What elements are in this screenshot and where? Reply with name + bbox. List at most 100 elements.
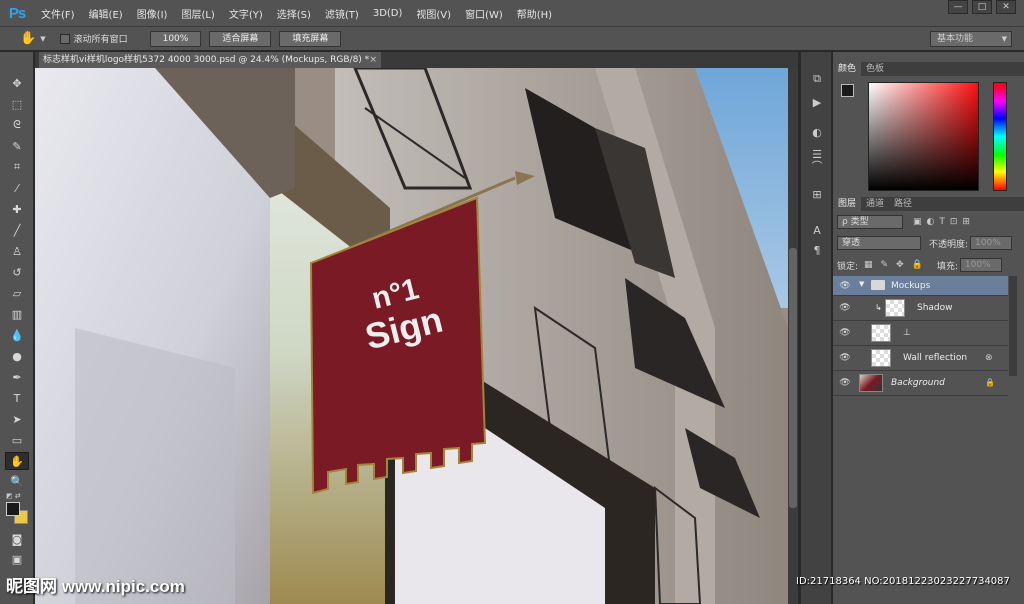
chevron-down-icon: ▼ [1001,35,1007,43]
menu-help[interactable]: 帮助(H) [510,6,559,21]
marquee-tool-icon[interactable]: ⬚ [5,95,29,113]
smart-object-thumbnail [871,324,891,342]
scroll-all-windows-option[interactable]: 滚动所有窗口 [59,32,128,45]
fill-label: 填充: [936,261,958,272]
fill-input[interactable]: 100% [959,258,1002,272]
workspace-select[interactable]: 基本功能 ▼ [930,31,1012,47]
close-tab-icon[interactable]: × [369,52,377,68]
foreground-color-swatch[interactable] [6,502,20,516]
layer-name: Mockups [891,281,931,291]
tab-swatches[interactable]: 色板 [861,62,889,76]
adjustments-panel-icon[interactable]: ◐ [807,124,827,142]
menu-file[interactable]: 文件(F) [34,6,82,21]
menu-view[interactable]: 视图(V) [409,6,458,21]
gradient-tool-icon[interactable]: ▥ [5,305,29,323]
brush-presets-panel-icon[interactable]: ⌒ [807,158,827,176]
blend-row: 穿透 不透明度: 100% [837,235,1013,251]
lock-icons[interactable]: ▦✎✥🔒 [864,260,931,270]
eye-icon[interactable]: 👁 [839,352,851,364]
screen-mode-icon[interactable]: ▣ [5,550,29,568]
menu-window[interactable]: 窗口(W) [458,6,510,21]
menu-edit[interactable]: 编辑(E) [82,6,130,21]
menu-filter[interactable]: 滤镜(T) [318,6,366,21]
default-colors-icon[interactable]: ◩ ⇄ [6,492,21,500]
character-panel-icon[interactable]: A [807,222,827,240]
restore-button[interactable]: □ [972,0,992,14]
pen-tool-icon[interactable]: ✒ [5,368,29,386]
fit-screen-button[interactable]: 适合屏幕 [209,30,272,47]
move-tool-icon[interactable]: ✥ [5,74,29,92]
menu-image[interactable]: 图像(I) [130,6,175,21]
tab-paths[interactable]: 路径 [889,197,917,211]
layers-scrollbar[interactable] [1009,276,1017,376]
rectangle-tool-icon[interactable]: ▭ [5,431,29,449]
foreground-color-chip[interactable] [841,84,854,97]
eye-icon[interactable]: 👁 [839,280,851,292]
tab-color[interactable]: 颜色 [833,62,862,76]
close-button[interactable]: ✕ [996,0,1016,14]
opacity-input[interactable]: 100% [970,236,1013,250]
document-tab[interactable]: 标志样机vi样机logo样机5372 4000 3000.psd @ 24.4%… [39,52,381,68]
healing-brush-tool-icon[interactable]: ✚ [5,200,29,218]
info-panel-icon[interactable]: ⊞ [807,186,827,204]
layer-filter-select[interactable]: ρ 类型 [837,215,903,229]
zoom-100-button[interactable]: 100% [149,30,202,47]
chevron-down-icon[interactable]: ▼ [40,35,45,43]
chevron-down-icon[interactable]: ▼ [859,280,864,288]
minimize-button[interactable]: — [948,0,968,14]
eye-icon[interactable]: 👁 [839,302,851,314]
menu-select[interactable]: 选择(S) [270,6,318,21]
scroll-all-windows-label: 滚动所有窗口 [73,35,128,45]
clone-stamp-tool-icon[interactable]: ♙ [5,242,29,260]
zoom-tool-icon[interactable]: 🔍 [5,472,29,490]
eye-icon[interactable]: 👁 [839,377,851,389]
path-selection-tool-icon[interactable]: ➤ [5,410,29,428]
history-brush-tool-icon[interactable]: ↺ [5,263,29,281]
blur-tool-icon[interactable]: 💧 [5,326,29,344]
document-canvas[interactable]: n°1 Sign [35,68,788,604]
type-tool-icon[interactable]: T [5,389,29,407]
color-panel-tabs: 颜色 色板 [833,62,1024,76]
blend-mode-select[interactable]: 穿透 [837,236,921,250]
document-tab-bar: 标志样机vi样机logo样机5372 4000 3000.psd @ 24.4%… [35,52,798,68]
quick-mask-icon[interactable]: ◙ [5,530,29,548]
color-picker-field[interactable] [868,82,979,191]
layers-panel-tabs: 图层 通道 路径 [833,197,1024,211]
document-tab-title: 标志样机vi样机logo样机5372 4000 3000.psd @ 24.4%… [43,55,370,65]
fill-screen-button[interactable]: 填充屏幕 [279,30,342,47]
layer-row-background[interactable]: 👁 Background 🔒 [833,371,1008,396]
quick-select-tool-icon[interactable]: ✎ [5,137,29,155]
lasso-tool-icon[interactable]: ᘓ [5,116,29,134]
scroll-all-windows-checkbox[interactable] [59,33,70,44]
hand-tool-icon[interactable]: ✋ [5,452,29,470]
link-icon: ⊗ [985,353,993,363]
eye-icon[interactable]: 👁 [839,327,851,339]
layer-row-shadow[interactable]: 👁 ↳ Shadow [833,296,1008,321]
layer-filter-row: ρ 类型 ▣◐T⊡⊞ [837,214,975,230]
menu-type[interactable]: 文字(Y) [222,6,270,21]
paragraph-panel-icon[interactable]: ¶ [807,242,827,260]
layer-name: ⊥ [903,328,911,338]
brush-tool-icon[interactable]: ╱ [5,221,29,239]
dodge-tool-icon[interactable]: ● [5,347,29,365]
history-panel-icon[interactable]: ⧉ [807,70,827,88]
menu-3d[interactable]: 3D(D) [366,8,410,19]
lock-label: 锁定: [837,261,859,272]
layer-row-wall-reflection[interactable]: 👁 Wall reflection ⊗ [833,346,1008,371]
menu-layer[interactable]: 图层(L) [174,6,221,21]
layer-row-smart[interactable]: 👁 ⊥ [833,321,1008,346]
eraser-tool-icon[interactable]: ▱ [5,284,29,302]
tab-layers[interactable]: 图层 [833,197,862,211]
tab-channels[interactable]: 通道 [861,197,889,211]
layer-row-mockups[interactable]: 👁 ▼ Mockups [833,276,1008,296]
eyedropper-tool-icon[interactable]: ⁄ [5,179,29,197]
scrollbar-thumb[interactable] [789,248,797,508]
canvas-vertical-scrollbar[interactable] [788,68,798,604]
filter-icons: ▣◐T⊡⊞ [913,217,975,227]
window-controls: — □ ✕ [948,0,1016,14]
hue-slider[interactable] [993,82,1007,191]
crop-tool-icon[interactable]: ⌗ [5,158,29,176]
layer-name: Wall reflection [903,353,968,363]
hand-tool-preset-icon[interactable]: ✋ [20,31,36,46]
actions-panel-icon[interactable]: ▶ [807,94,827,112]
